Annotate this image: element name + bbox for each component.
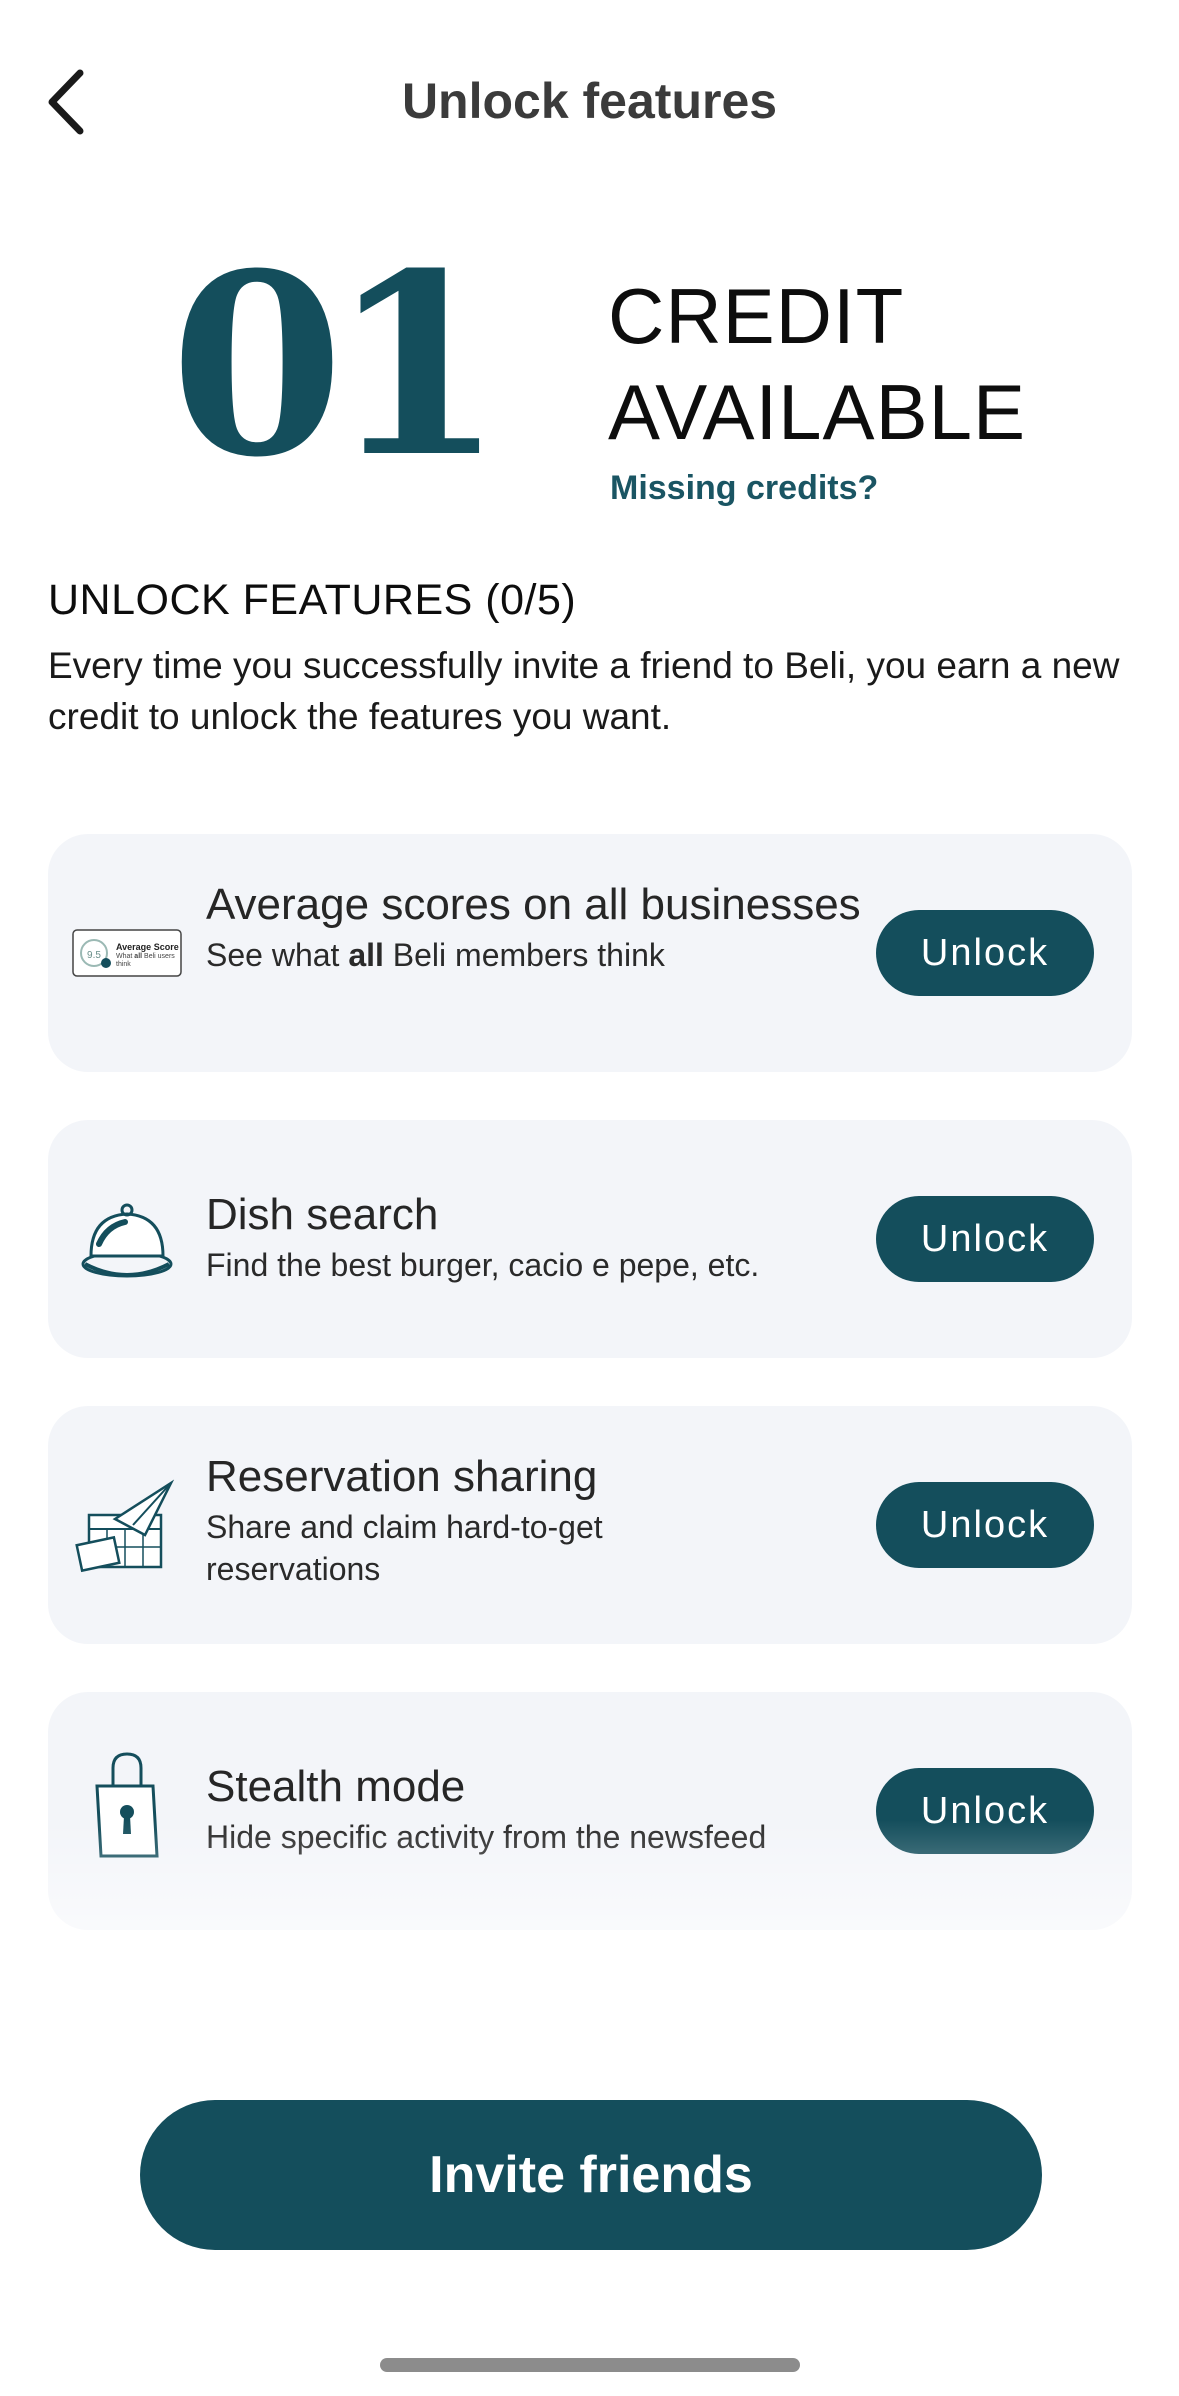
unlock-average-scores-button[interactable]: Unlock [876,910,1094,996]
reservation-share-icon [72,1470,182,1580]
unlock-dish-search-button[interactable]: Unlock [876,1196,1094,1282]
unlock-stealth-mode-button[interactable]: Unlock [876,1768,1094,1854]
feature-card-dish-search: Dish search Find the best burger, cacio … [48,1120,1132,1358]
feature-card-stealth-mode: Stealth mode Hide specific activity from… [48,1692,1132,1930]
section-title: UNLOCK FEATURES (0/5) [48,576,577,624]
average-score-caption: What all Beli users think [116,953,175,968]
credit-label-line2: AVAILABLE [608,368,1027,456]
feature-title: Dish search [206,1190,439,1239]
feature-text: Average scores on all businesses See wha… [206,878,886,976]
average-score-card-icon: 9.5 Average Score What all Beli users th… [72,898,182,1008]
page-title: Unlock features [401,73,778,129]
credit-count: 01 [170,218,504,512]
nav-header: Unlock features [0,0,1179,200]
invite-friends-button[interactable]: Invite friends [140,2100,1042,2250]
feature-subtitle: Hide specific activity from the newsfeed [206,1819,767,1855]
missing-credits-link[interactable]: Missing credits? [610,466,878,510]
feature-title: Reservation sharing [206,1452,598,1501]
feature-title: Average scores on all businesses [206,880,861,929]
feature-title: Stealth mode [206,1762,466,1811]
average-score-label: Average Score [116,942,179,952]
section-description: Every time you successfully invite a fri… [48,645,1120,737]
feature-text: Stealth mode Hide specific activity from… [206,1760,926,1858]
feature-subtitle: Find the best burger, cacio e pepe, etc. [206,1247,760,1283]
feature-card-average-scores: 9.5 Average Score What all Beli users th… [48,834,1132,1072]
feature-text: Dish search Find the best burger, cacio … [206,1188,926,1286]
padlock-icon [72,1750,182,1860]
feature-subtitle: Share and claim hard-to-get reservations [206,1509,603,1587]
home-indicator [380,2358,800,2372]
unlock-reservation-sharing-button[interactable]: Unlock [876,1482,1094,1568]
feature-text: Reservation sharing Share and claim hard… [206,1450,886,1590]
credit-label-line1: CREDIT [608,272,905,360]
cloche-icon [72,1184,182,1294]
average-score-value: 9.5 [87,950,101,961]
credit-label: CREDIT AVAILABLE [608,268,1026,460]
feature-card-reservation-sharing: Reservation sharing Share and claim hard… [48,1406,1132,1644]
feature-subtitle: See what all Beli members think [206,937,665,973]
